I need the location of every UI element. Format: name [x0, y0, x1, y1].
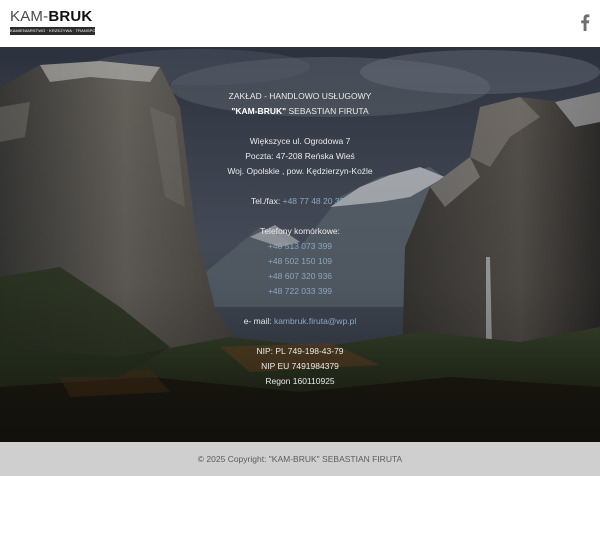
mobile-link[interactable]: +48 607 320 936: [150, 269, 450, 284]
contact-info: ZAKŁAD - HANDLOWO USŁUGOWY "KAM-BRUK" SE…: [150, 89, 450, 389]
company-type: ZAKŁAD - HANDLOWO USŁUGOWY: [228, 91, 372, 101]
facebook-icon: [581, 13, 590, 31]
phone-line: Tel./fax: +48 77 48 20 333: [150, 194, 450, 209]
copyright-text: © 2025 Copyright: "KAM-BRUK" SEBASTIAN F…: [197, 454, 403, 464]
site-header: KAM-BRUK KAMIENIARSTWO · KRZEŻYWA · TRAN…: [0, 0, 600, 47]
address-street: Większyce ul. Ogrodowa 7: [249, 136, 351, 146]
email-line: e- mail: kambruk.firuta@wp.pl: [150, 314, 450, 329]
email-link[interactable]: kambruk.firuta@wp.pl: [274, 316, 356, 326]
nip-eu: NIP EU 7491984379: [261, 361, 339, 371]
mobile-link[interactable]: +48 722 033 399: [150, 284, 450, 299]
nip-pl: NIP: PL 749-198-43-79: [256, 346, 344, 356]
regon: Regon 160110925: [265, 376, 335, 386]
phone-label: Tel./fax:: [250, 196, 283, 206]
facebook-link[interactable]: [578, 12, 592, 32]
site-footer: © 2025 Copyright: "KAM-BRUK" SEBASTIAN F…: [0, 442, 600, 476]
address-region: Woj. Opolskie , pow. Kędzierzyn-Koźle: [227, 166, 373, 176]
logo-tagline: KAMIENIARSTWO · KRZEŻYWA · TRANSPORT: [10, 27, 95, 35]
mobile-link[interactable]: +48 513 073 399: [150, 239, 450, 254]
mobile-link[interactable]: +48 502 150 109: [150, 254, 450, 269]
company-owner: SEBASTIAN FIRUTA: [286, 106, 369, 116]
company-name: "KAM-BRUK": [231, 106, 287, 116]
site-logo[interactable]: KAM-BRUK KAMIENIARSTWO · KRZEŻYWA · TRAN…: [10, 9, 96, 37]
hero-section: ZAKŁAD - HANDLOWO USŁUGOWY "KAM-BRUK" SE…: [0, 47, 600, 442]
mobile-label: Telefony komórkowe:: [260, 226, 340, 236]
phone-link[interactable]: +48 77 48 20 333: [283, 196, 349, 206]
email-label: e- mail:: [243, 316, 274, 326]
logo-wordmark: KAM-BRUK: [10, 8, 93, 25]
company-name-line: "KAM-BRUK" SEBASTIAN FIRUTA: [150, 104, 450, 119]
address-postal: Poczta: 47-208 Reńska Wieś: [245, 151, 355, 161]
